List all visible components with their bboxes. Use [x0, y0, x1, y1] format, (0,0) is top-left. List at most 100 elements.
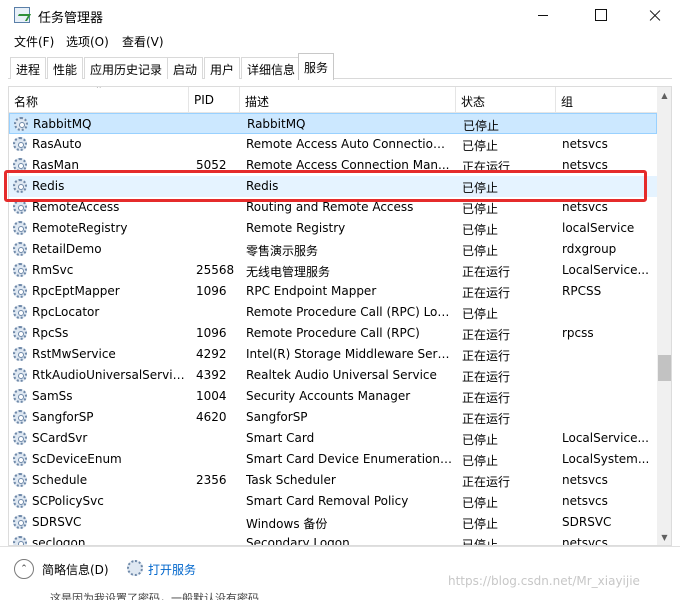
service-gear-icon: [13, 137, 27, 151]
service-row-rmsvc[interactable]: RmSvc 25568 无线电管理服务 正在运行 LocalService...: [9, 260, 657, 281]
service-row-rpclocator[interactable]: RpcLocator Remote Procedure Call (RPC) Lo…: [9, 302, 657, 323]
vertical-scrollbar[interactable]: ▲ ▼: [657, 87, 671, 545]
service-name-cell: seclogon: [32, 536, 86, 546]
service-desc-cell: Security Accounts Manager: [246, 389, 411, 403]
menu-file[interactable]: 文件(F): [14, 33, 54, 50]
service-name-cell: RpcSs: [32, 326, 69, 340]
service-name-cell: RstMwService: [32, 347, 116, 361]
service-row-rpceptmapper[interactable]: RpcEptMapper 1096 RPC Endpoint Mapper 正在运行 R…: [9, 281, 657, 302]
sort-ascending-icon: ⌃: [95, 86, 103, 95]
service-pid-cell: 1096: [196, 284, 227, 298]
service-row-sdrsvc[interactable]: SDRSVC Windows 备份 已停止 SDRSVC: [9, 512, 657, 533]
service-desc-cell: Secondary Logon: [246, 536, 350, 546]
service-row-rtkaudiouniversalservice[interactable]: RtkAudioUniversalService 4392 Realtek Audi…: [9, 365, 657, 386]
service-row-rpcss[interactable]: RpcSs 1096 Remote Procedure Call (RPC) 正在运行…: [9, 323, 657, 344]
service-gear-icon: [13, 494, 27, 508]
service-name-cell: SCardSvr: [32, 431, 88, 445]
service-status-cell: 已停止: [462, 202, 499, 216]
service-row-scpolicysvc[interactable]: SCPolicySvc Smart Card Removal Policy 已停止 n…: [9, 491, 657, 512]
service-status-cell: 已停止: [462, 454, 499, 468]
service-name-cell: SamSs: [32, 389, 73, 403]
service-status-cell: 已停止: [462, 433, 499, 447]
service-status-cell: 已停止: [462, 538, 499, 546]
service-desc-cell: Smart Card Removal Policy: [246, 494, 409, 508]
service-desc-cell: RabbitMQ: [247, 117, 306, 131]
service-desc-cell: Remote Registry: [246, 221, 346, 235]
service-status-cell: 正在运行: [462, 265, 511, 279]
task-manager-app-icon: [14, 7, 30, 23]
highlight-box: [4, 170, 647, 202]
service-row-retaildemo[interactable]: RetailDemo 零售演示服务 已停止 rdxgroup: [9, 239, 657, 260]
service-row-samss[interactable]: SamSs 1004 Security Accounts Manager 正在运行: [9, 386, 657, 407]
tab-details[interactable]: 详细信息: [241, 57, 302, 79]
service-status-cell: 正在运行: [462, 286, 511, 300]
service-status-cell: 已停止: [462, 139, 499, 153]
column-header-description[interactable]: 描述: [240, 87, 456, 113]
service-gear-icon: [14, 117, 28, 131]
scroll-up-icon[interactable]: ▲: [657, 87, 671, 103]
service-gear-icon: [13, 410, 27, 424]
service-desc-cell: Realtek Audio Universal Service: [246, 368, 437, 382]
fewer-details-link[interactable]: 简略信息(D): [42, 561, 109, 578]
service-gear-icon: [13, 431, 27, 445]
service-group-cell: rpcss: [562, 326, 594, 340]
tab-processes[interactable]: 进程: [10, 57, 47, 79]
service-desc-cell: 无线电管理服务: [246, 265, 331, 279]
service-desc-cell: Task Scheduler: [246, 473, 336, 487]
service-gear-icon: [13, 263, 27, 277]
service-group-cell: netsvcs: [562, 536, 608, 546]
menu-view[interactable]: 查看(V): [122, 33, 164, 50]
tab-app-history[interactable]: 应用历史记录: [84, 57, 169, 79]
tab-performance[interactable]: 性能: [47, 57, 84, 79]
service-name-cell: RpcEptMapper: [32, 284, 120, 298]
tab-services[interactable]: 服务: [298, 53, 335, 80]
service-group-cell: localService: [562, 221, 635, 235]
service-gear-icon: [13, 326, 27, 340]
service-row-scdeviceenum[interactable]: ScDeviceEnum Smart Card Device Enumeratio…: [9, 449, 657, 470]
scroll-down-icon[interactable]: ▼: [657, 529, 671, 545]
column-header-name-label: 名称: [14, 95, 39, 109]
service-desc-cell: Smart Card Device Enumeration ...: [246, 452, 452, 466]
column-header-status[interactable]: 状态: [456, 87, 556, 113]
column-header-row: 名称 ⌃ PID 描述 状态 组: [9, 87, 671, 113]
service-row-scardsvr[interactable]: SCardSvr Smart Card 已停止 LocalService...: [9, 428, 657, 449]
column-header-pid[interactable]: PID: [189, 87, 240, 113]
close-button[interactable]: [632, 0, 678, 30]
service-row-schedule[interactable]: Schedule 2356 Task Scheduler 正在运行 netsvcs: [9, 470, 657, 491]
column-header-group[interactable]: 组: [556, 87, 657, 113]
column-header-name[interactable]: 名称 ⌃: [9, 87, 189, 113]
service-group-cell: netsvcs: [562, 473, 608, 487]
menu-bar: 文件(F) 选项(O) 查看(V): [0, 30, 680, 52]
service-status-cell: 已停止: [462, 244, 499, 258]
maximize-button[interactable]: [578, 0, 624, 30]
service-group-cell: rdxgroup: [562, 242, 617, 256]
service-name-cell: RasAuto: [32, 137, 82, 151]
service-gear-icon: [13, 284, 27, 298]
service-pid-cell: 4392: [196, 368, 227, 382]
service-row-rabbitmq[interactable]: RabbitMQ RabbitMQ 已停止: [9, 113, 657, 134]
service-pid-cell: 1096: [196, 326, 227, 340]
task-manager-window: 任务管理器 文件(F) 选项(O) 查看(V) 进程 性能 应用历史记录 启动 …: [0, 0, 680, 600]
tab-startup[interactable]: 启动: [167, 57, 204, 79]
tab-users[interactable]: 用户: [204, 57, 241, 79]
service-row-sangforsp[interactable]: SangforSP 4620 SangforSP 正在运行: [9, 407, 657, 428]
menu-options[interactable]: 选项(O): [66, 33, 109, 50]
service-row-rstmwservice[interactable]: RstMwService 4292 Intel(R) Storage Middlew…: [9, 344, 657, 365]
collapse-up-icon[interactable]: ⌃: [14, 559, 34, 579]
service-row-remoteregistry[interactable]: RemoteRegistry Remote Registry 已停止 localSer…: [9, 218, 657, 239]
service-status-cell: 正在运行: [462, 391, 511, 405]
open-services-link[interactable]: 打开服务: [148, 561, 196, 578]
service-pid-cell: 4292: [196, 347, 227, 361]
title-bar[interactable]: 任务管理器: [0, 0, 680, 30]
service-name-cell: ScDeviceEnum: [32, 452, 122, 466]
service-name-cell: SDRSVC: [32, 515, 82, 529]
service-status-cell: 正在运行: [462, 370, 511, 384]
minimize-button[interactable]: [520, 0, 566, 30]
service-name-cell: RmSvc: [32, 263, 74, 277]
service-gear-icon: [13, 242, 27, 256]
service-row-seclogon[interactable]: seclogon Secondary Logon 已停止 netsvcs: [9, 533, 657, 546]
service-status-cell: 已停止: [463, 119, 500, 133]
services-gear-icon: [127, 560, 143, 576]
service-row-rasauto[interactable]: RasAuto Remote Access Auto Connection ...…: [9, 134, 657, 155]
scroll-thumb[interactable]: [658, 355, 671, 381]
